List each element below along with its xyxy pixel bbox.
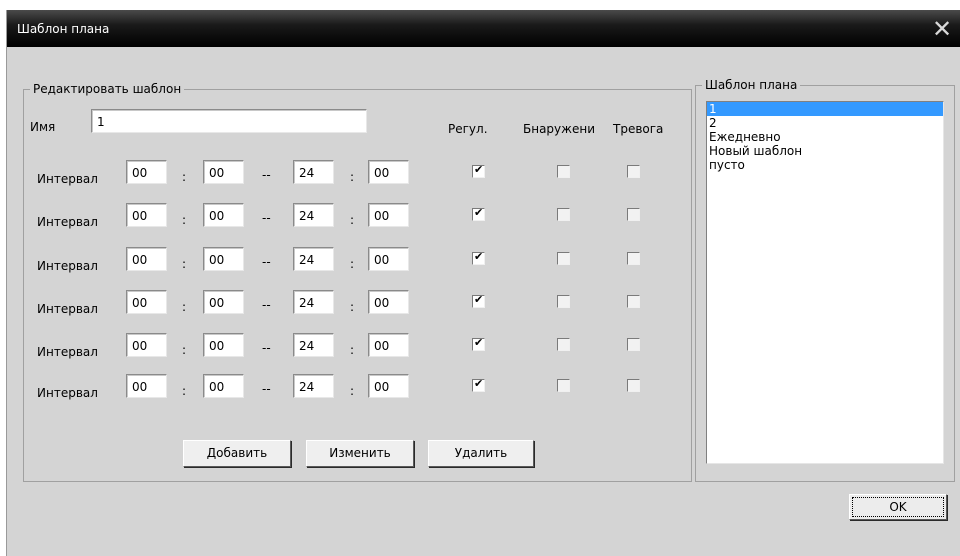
interval-start-minute-input[interactable] <box>203 333 244 357</box>
checkmark-icon: ✔ <box>474 206 484 219</box>
interval-label: Интервал <box>37 215 98 229</box>
add-button[interactable]: Добавить <box>183 440 291 467</box>
interval-start-hour-input[interactable] <box>126 374 167 398</box>
interval-label: Интервал <box>37 302 98 316</box>
interval-start-minute-input[interactable] <box>203 160 244 184</box>
name-input[interactable] <box>91 109 367 133</box>
interval-end-hour-input[interactable] <box>293 203 334 227</box>
interval-end-hour-input[interactable] <box>293 247 334 271</box>
window-title: Шаблон плана <box>17 22 110 36</box>
interval-start-minute-input[interactable] <box>203 203 244 227</box>
regular-checkbox[interactable]: ✔ <box>472 336 485 351</box>
detect-checkbox[interactable] <box>557 252 570 265</box>
interval-end-hour-input[interactable] <box>293 374 334 398</box>
checkmark-icon: ✔ <box>474 293 484 306</box>
detect-checkbox[interactable] <box>557 379 570 392</box>
interval-start-hour-input[interactable] <box>126 160 167 184</box>
plan-template-list-item[interactable]: пусто <box>707 158 943 172</box>
interval-label: Интервал <box>37 259 98 273</box>
time-separator-colon: : <box>350 384 355 398</box>
time-range-dash: -- <box>262 168 271 182</box>
interval-label: Интервал <box>37 172 98 186</box>
time-range-dash: -- <box>262 211 271 225</box>
time-range-dash: -- <box>262 382 271 396</box>
interval-start-minute-input[interactable] <box>203 374 244 398</box>
change-button[interactable]: Изменить <box>306 440 414 467</box>
time-separator-colon: : <box>350 170 355 184</box>
checkmark-icon: ✔ <box>474 163 484 176</box>
alarm-checkbox[interactable] <box>627 208 640 221</box>
regular-checkbox[interactable]: ✔ <box>472 250 485 265</box>
ok-button[interactable]: OK <box>849 494 947 520</box>
alarm-checkbox[interactable] <box>627 379 640 392</box>
title-bar[interactable]: Шаблон плана ✕ <box>7 10 960 47</box>
interval-end-hour-input[interactable] <box>293 333 334 357</box>
plan-template-list-item[interactable]: Новый шаблон <box>707 144 943 158</box>
detect-checkbox[interactable] <box>557 208 570 221</box>
checkmark-icon: ✔ <box>474 377 484 390</box>
column-header-alarm: Тревога <box>613 122 664 136</box>
interval-end-minute-input[interactable] <box>368 374 409 398</box>
plan-template-dialog: Шаблон плана ✕ Редактировать шаблон Имя … <box>6 10 960 556</box>
detect-checkbox[interactable] <box>557 165 570 178</box>
checkmark-icon: ✔ <box>474 250 484 263</box>
time-range-dash: -- <box>262 298 271 312</box>
interval-end-minute-input[interactable] <box>368 203 409 227</box>
interval-label: Интервал <box>37 386 98 400</box>
interval-end-hour-input[interactable] <box>293 160 334 184</box>
alarm-checkbox[interactable] <box>627 165 640 178</box>
time-separator-colon: : <box>182 257 187 271</box>
interval-end-minute-input[interactable] <box>368 247 409 271</box>
name-label: Имя <box>30 120 56 134</box>
time-range-dash: -- <box>262 255 271 269</box>
alarm-checkbox[interactable] <box>627 252 640 265</box>
edit-template-legend: Редактировать шаблон <box>33 82 182 96</box>
detect-checkbox[interactable] <box>557 338 570 351</box>
close-icon[interactable]: ✕ <box>929 16 955 42</box>
interval-start-hour-input[interactable] <box>126 290 167 314</box>
interval-end-minute-input[interactable] <box>368 290 409 314</box>
regular-checkbox[interactable]: ✔ <box>472 377 485 392</box>
interval-start-minute-input[interactable] <box>203 247 244 271</box>
regular-checkbox[interactable]: ✔ <box>472 293 485 308</box>
regular-checkbox[interactable]: ✔ <box>472 163 485 178</box>
time-separator-colon: : <box>182 300 187 314</box>
time-separator-colon: : <box>182 213 187 227</box>
time-separator-colon: : <box>182 170 187 184</box>
time-separator-colon: : <box>182 343 187 357</box>
checkmark-icon: ✔ <box>474 336 484 349</box>
plan-template-list[interactable]: 1 2 Ежедневно Новый шаблон пусто <box>706 101 944 464</box>
column-header-detect: Бнаружени <box>523 122 595 136</box>
interval-end-minute-input[interactable] <box>368 333 409 357</box>
interval-end-hour-input[interactable] <box>293 290 334 314</box>
plan-template-list-item[interactable]: 2 <box>707 116 943 130</box>
interval-end-minute-input[interactable] <box>368 160 409 184</box>
time-range-dash: -- <box>262 341 271 355</box>
interval-start-hour-input[interactable] <box>126 247 167 271</box>
time-separator-colon: : <box>182 384 187 398</box>
plan-template-list-item[interactable]: 1 <box>707 102 943 116</box>
time-separator-colon: : <box>350 257 355 271</box>
time-separator-colon: : <box>350 300 355 314</box>
column-header-regular: Регул. <box>448 122 488 136</box>
delete-button[interactable]: Удалить <box>428 440 534 467</box>
alarm-checkbox[interactable] <box>627 295 640 308</box>
plan-template-list-item[interactable]: Ежедневно <box>707 130 943 144</box>
plan-template-legend: Шаблон плана <box>705 78 798 92</box>
edit-template-group: Редактировать шаблон <box>23 82 692 482</box>
interval-start-hour-input[interactable] <box>126 203 167 227</box>
time-separator-colon: : <box>350 213 355 227</box>
regular-checkbox[interactable]: ✔ <box>472 206 485 221</box>
detect-checkbox[interactable] <box>557 295 570 308</box>
interval-start-minute-input[interactable] <box>203 290 244 314</box>
interval-label: Интервал <box>37 345 98 359</box>
interval-start-hour-input[interactable] <box>126 333 167 357</box>
time-separator-colon: : <box>350 343 355 357</box>
alarm-checkbox[interactable] <box>627 338 640 351</box>
